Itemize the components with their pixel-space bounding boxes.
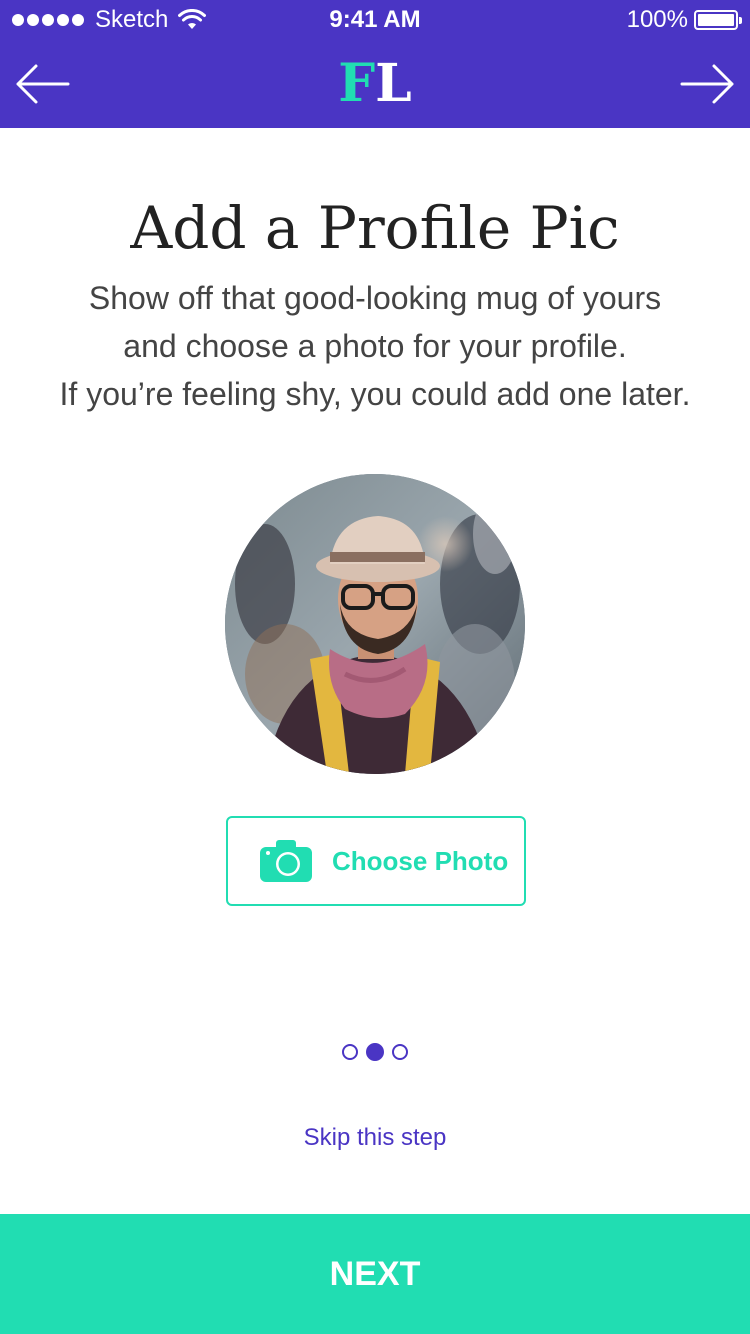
description-line: If you’re feeling shy, you could add one… [59,376,691,412]
battery-fill [698,14,734,26]
onboarding-screen: Sketch 9:41 AM 100% FL Add a Profile Pic… [0,0,750,1334]
page-dot-active[interactable] [366,1043,384,1061]
page-description: Show off that good-looking mug of yours … [0,274,750,418]
battery-percentage: 100% [626,6,688,33]
next-button[interactable]: NEXT [0,1214,750,1334]
status-right: 100% [626,6,742,34]
header-bar: Sketch 9:41 AM 100% FL [0,0,750,128]
page-dot[interactable] [392,1044,408,1060]
status-bar: Sketch 9:41 AM 100% [0,0,750,40]
choose-photo-button[interactable]: Choose Photo [226,816,526,906]
description-line: and choose a photo for your profile. [123,328,627,364]
arrow-right-icon[interactable] [678,62,736,106]
skip-step-link[interactable]: Skip this step [0,1120,750,1156]
page-dot[interactable] [342,1044,358,1060]
logo-letter-f: F [338,53,376,114]
logo-letter-l: L [375,53,412,114]
page-title: Add a Profile Pic [130,194,620,262]
choose-photo-label: Choose Photo [332,845,509,876]
description-line: Show off that good-looking mug of yours [88,280,662,316]
profile-photo [225,474,525,774]
page-indicator [0,1043,750,1061]
camera-icon [260,840,312,882]
profile-photo-avatar [225,474,525,774]
app-logo: FL [0,52,750,116]
battery-icon [694,10,742,30]
